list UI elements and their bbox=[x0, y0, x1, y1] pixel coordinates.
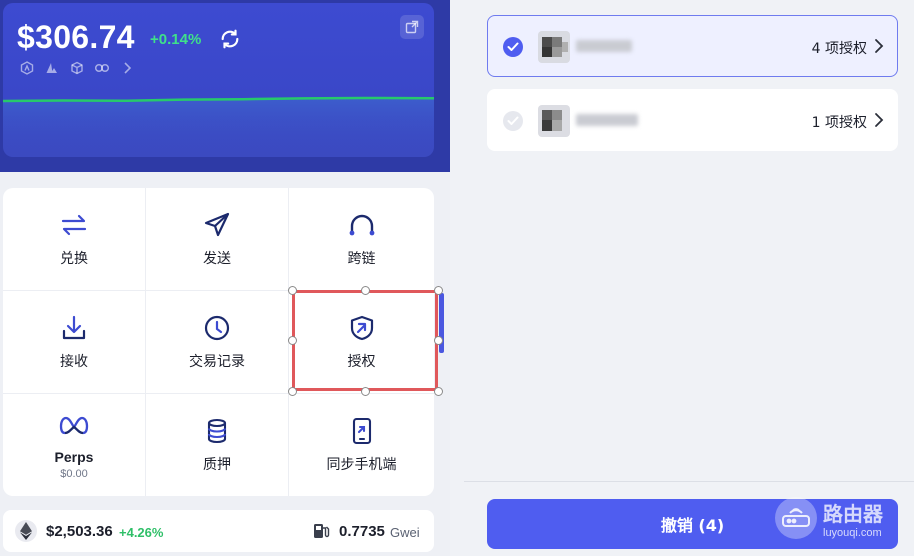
action-label: 授权 bbox=[347, 354, 376, 370]
approval-item[interactable]: 1 项授权 bbox=[487, 89, 898, 151]
chain-icons[interactable] bbox=[19, 60, 135, 76]
stake-icon bbox=[202, 416, 232, 446]
refresh-icon[interactable] bbox=[219, 28, 241, 50]
total-balance: $306.74 bbox=[17, 19, 135, 55]
action-label: 质押 bbox=[203, 457, 231, 473]
send-icon bbox=[202, 210, 232, 240]
action-label: 接收 bbox=[60, 354, 88, 370]
router-logo-icon bbox=[775, 497, 817, 539]
phone-sync-icon bbox=[347, 416, 377, 446]
selection-handle bbox=[288, 387, 297, 396]
action-label: 兑换 bbox=[60, 251, 88, 267]
action-label: 同步手机端 bbox=[326, 457, 397, 473]
gas-pump-icon bbox=[314, 524, 330, 538]
chevron-right-icon bbox=[875, 39, 884, 53]
approval-shield-icon bbox=[347, 313, 377, 343]
chevron-right-icon bbox=[875, 113, 884, 127]
action-label: 跨链 bbox=[347, 251, 376, 267]
action-history[interactable]: 交易记录 bbox=[146, 291, 289, 394]
gas-unit: Gwei bbox=[390, 525, 420, 540]
action-perps[interactable]: Perps $0.00 bbox=[3, 394, 146, 496]
balance-chart bbox=[3, 96, 434, 157]
app-avatar bbox=[538, 105, 570, 137]
app-avatar bbox=[538, 31, 570, 63]
app-name-redacted bbox=[576, 40, 632, 52]
action-label: Perps bbox=[54, 448, 94, 465]
selection-handle bbox=[361, 387, 370, 396]
selection-handle bbox=[434, 387, 443, 396]
action-send[interactable]: 发送 bbox=[146, 188, 289, 291]
perps-icon bbox=[59, 411, 89, 441]
action-bridge[interactable]: 跨链 bbox=[289, 188, 434, 291]
action-grid: 兑换 发送 跨链 接收 交易记录 授权 Perps $0.00 质押 同步手机端 bbox=[3, 188, 434, 496]
selection-handle bbox=[434, 286, 443, 295]
watermark-title: 路由器 bbox=[823, 501, 883, 526]
approval-count: 1 项授权 bbox=[811, 115, 867, 131]
selection-handle bbox=[361, 286, 370, 295]
action-swap[interactable]: 兑换 bbox=[3, 188, 146, 291]
selection-handle bbox=[288, 286, 297, 295]
ethereum-icon bbox=[15, 520, 37, 542]
selection-handle bbox=[288, 336, 297, 345]
history-icon bbox=[202, 313, 232, 343]
balance-change: +0.14% bbox=[150, 31, 202, 48]
action-phone-sync[interactable]: 同步手机端 bbox=[289, 394, 434, 496]
watermark-url: luyouqi.com bbox=[823, 526, 882, 539]
app-name-redacted bbox=[576, 114, 638, 126]
chart-area bbox=[3, 98, 434, 157]
link-icon bbox=[94, 60, 110, 76]
balance-card: $306.74 +0.14% bbox=[3, 3, 434, 157]
approval-count: 4 项授权 bbox=[811, 41, 867, 57]
action-label: 发送 bbox=[203, 251, 231, 267]
external-link-icon[interactable] bbox=[400, 15, 424, 39]
action-label: 交易记录 bbox=[189, 354, 245, 370]
network-footer: $2,503.36 +4.26% 0.7735 Gwei bbox=[3, 510, 434, 552]
selection-handle bbox=[434, 336, 443, 345]
approvals-panel: 4 项授权 1 项授权 撤销 (4) bbox=[464, 0, 914, 556]
arbitrum-icon bbox=[19, 60, 35, 76]
approval-item[interactable]: 4 项授权 bbox=[487, 15, 898, 77]
eth-price: $2,503.36 bbox=[46, 523, 113, 540]
swap-icon bbox=[59, 210, 89, 240]
eth-change: +4.26% bbox=[119, 525, 164, 540]
bridge-icon bbox=[347, 210, 377, 240]
perps-balance: $0.00 bbox=[60, 467, 88, 480]
wallet-hero: $306.74 +0.14% bbox=[0, 0, 450, 172]
checkbox-unchecked-icon[interactable] bbox=[503, 111, 523, 131]
avalanche-icon bbox=[44, 60, 60, 76]
wallet-panel: $306.74 +0.14% 兑换 发送 跨链 接收 交易记录 授权 Perps… bbox=[0, 0, 450, 556]
cube-icon bbox=[69, 60, 85, 76]
receive-icon bbox=[59, 313, 89, 343]
chevron-right-icon bbox=[119, 60, 135, 76]
action-approval[interactable]: 授权 bbox=[289, 291, 434, 394]
action-stake[interactable]: 质押 bbox=[146, 394, 289, 496]
gas-value: 0.7735 bbox=[339, 523, 385, 540]
checkbox-checked-icon[interactable] bbox=[503, 37, 523, 57]
action-receive[interactable]: 接收 bbox=[3, 291, 146, 394]
watermark: 路由器 luyouqi.com bbox=[775, 496, 905, 540]
